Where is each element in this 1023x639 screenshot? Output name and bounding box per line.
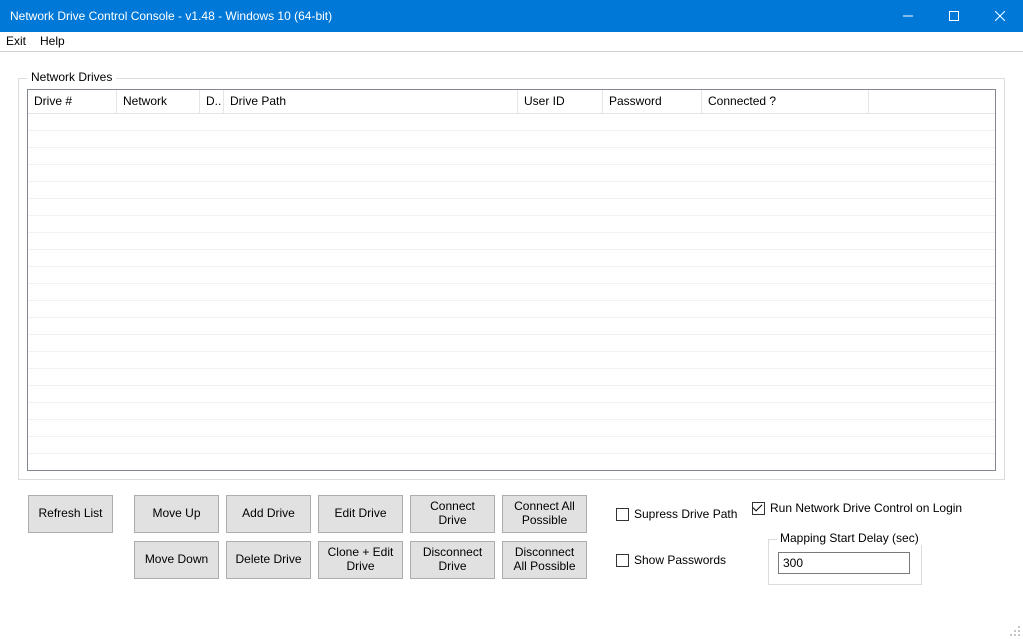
menubar: Exit Help: [0, 32, 1023, 52]
connect-all-button[interactable]: Connect All Possible: [502, 495, 587, 533]
list-row[interactable]: [28, 114, 995, 131]
list-row[interactable]: [28, 182, 995, 199]
col-password[interactable]: Password: [603, 90, 702, 114]
client-area: Network Drives Drive # Network D.. Drive…: [0, 52, 1023, 639]
connect-drive-button[interactable]: Connect Drive: [410, 495, 495, 533]
refresh-list-button[interactable]: Refresh List: [28, 495, 113, 533]
resize-grip[interactable]: [1007, 623, 1021, 637]
list-row[interactable]: [28, 352, 995, 369]
move-up-button[interactable]: Move Up: [134, 495, 219, 533]
listview-header: Drive # Network D.. Drive Path User ID P…: [28, 90, 995, 114]
list-row[interactable]: [28, 301, 995, 318]
col-d[interactable]: D..: [200, 90, 224, 114]
list-row[interactable]: [28, 199, 995, 216]
list-row[interactable]: [28, 233, 995, 250]
list-row[interactable]: [28, 403, 995, 420]
listview-body[interactable]: [28, 114, 995, 470]
titlebar: Network Drive Control Console - v1.48 - …: [0, 0, 1023, 32]
col-filler: [869, 90, 995, 114]
mapping-start-delay-label: Mapping Start Delay (sec): [777, 531, 922, 545]
supress-drive-path-label: Supress Drive Path: [634, 507, 737, 521]
list-row[interactable]: [28, 386, 995, 403]
disconnect-all-button[interactable]: Disconnect All Possible: [502, 541, 587, 579]
close-button[interactable]: [977, 0, 1023, 32]
window-title: Network Drive Control Console - v1.48 - …: [0, 9, 332, 23]
checkbox-icon: [616, 508, 629, 521]
mapping-start-delay-input[interactable]: [778, 552, 910, 574]
list-row[interactable]: [28, 148, 995, 165]
checkbox-icon: [616, 554, 629, 567]
add-drive-button[interactable]: Add Drive: [226, 495, 311, 533]
col-network[interactable]: Network: [117, 90, 200, 114]
minimize-icon: [903, 11, 913, 21]
run-on-login-checkbox[interactable]: Run Network Drive Control on Login: [752, 501, 982, 515]
col-connected[interactable]: Connected ?: [702, 90, 869, 114]
menu-help[interactable]: Help: [34, 33, 73, 50]
maximize-button[interactable]: [931, 0, 977, 32]
list-row[interactable]: [28, 250, 995, 267]
col-drive-num[interactable]: Drive #: [28, 90, 117, 114]
list-row[interactable]: [28, 437, 995, 454]
run-on-login-label: Run Network Drive Control on Login: [770, 501, 962, 515]
drives-listview[interactable]: Drive # Network D.. Drive Path User ID P…: [27, 89, 996, 471]
menu-exit[interactable]: Exit: [0, 33, 34, 50]
show-passwords-label: Show Passwords: [634, 553, 726, 567]
group-title: Network Drives: [27, 70, 116, 84]
show-passwords-checkbox[interactable]: Show Passwords: [616, 553, 726, 567]
window-controls: [885, 0, 1023, 32]
checkbox-checked-icon: [752, 502, 765, 515]
minimize-button[interactable]: [885, 0, 931, 32]
list-row[interactable]: [28, 165, 995, 182]
network-drives-group: Network Drives Drive # Network D.. Drive…: [18, 78, 1005, 480]
list-row[interactable]: [28, 131, 995, 148]
col-user-id[interactable]: User ID: [518, 90, 603, 114]
maximize-icon: [949, 11, 959, 21]
mapping-start-delay-group: Mapping Start Delay (sec): [768, 539, 922, 585]
close-icon: [995, 11, 1005, 21]
clone-edit-drive-button[interactable]: Clone + Edit Drive: [318, 541, 403, 579]
list-row[interactable]: [28, 454, 995, 471]
edit-drive-button[interactable]: Edit Drive: [318, 495, 403, 533]
disconnect-drive-button[interactable]: Disconnect Drive: [410, 541, 495, 579]
list-row[interactable]: [28, 284, 995, 301]
supress-drive-path-checkbox[interactable]: Supress Drive Path: [616, 507, 737, 521]
list-row[interactable]: [28, 369, 995, 386]
list-row[interactable]: [28, 420, 995, 437]
list-row[interactable]: [28, 267, 995, 284]
delete-drive-button[interactable]: Delete Drive: [226, 541, 311, 579]
move-down-button[interactable]: Move Down: [134, 541, 219, 579]
resize-grip-icon: [1007, 623, 1021, 637]
list-row[interactable]: [28, 335, 995, 352]
col-drive-path[interactable]: Drive Path: [224, 90, 518, 114]
controls-area: Refresh List Move Up Add Drive Edit Driv…: [18, 495, 1005, 590]
list-row[interactable]: [28, 216, 995, 233]
list-row[interactable]: [28, 318, 995, 335]
